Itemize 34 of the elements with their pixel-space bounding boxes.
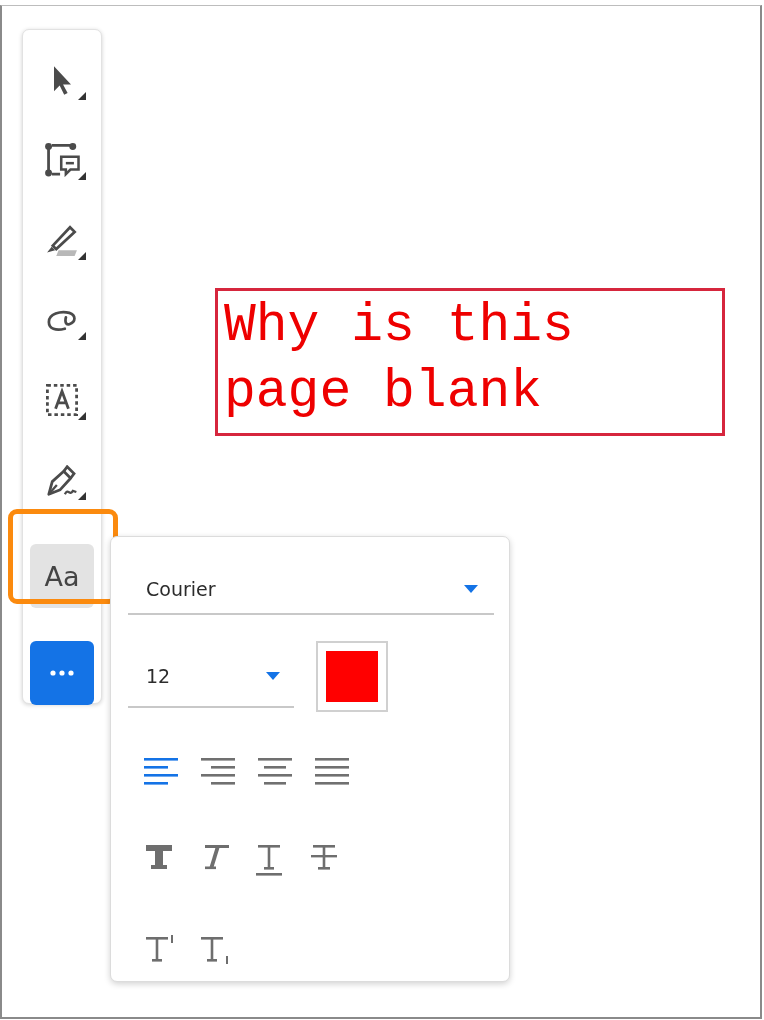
subscript-button[interactable] [199,935,231,965]
ellipsis-icon [50,670,74,676]
size-dropdown[interactable]: 12 [128,645,294,708]
text-box[interactable]: Why is this page blank [215,288,725,436]
align-center-icon [258,758,292,785]
corner-triangle-icon [78,412,86,420]
corner-triangle-icon [78,492,86,500]
text-line: page blank [224,361,544,424]
corner-triangle-icon [78,172,86,180]
font-dropdown[interactable]: Courier [128,565,494,615]
corner-triangle-icon [78,92,86,100]
pen-icon [47,464,77,496]
caret-icon [266,671,280,680]
subscript-icon [199,935,231,965]
align-left-button[interactable] [144,758,178,785]
highlighter-icon [47,224,77,256]
align-justify-button[interactable] [315,758,349,785]
lasso-icon [46,309,78,331]
text-field-icon [46,384,78,416]
align-left-icon [144,758,178,785]
corner-triangle-icon [78,332,86,340]
align-right-button[interactable] [201,758,235,785]
caret-icon [464,585,478,593]
arrow-cursor-icon [53,65,71,95]
corner-triangle-icon [78,252,86,260]
align-center-button[interactable] [258,758,292,785]
superscript-icon [144,935,176,965]
align-right-icon [201,758,235,785]
text-format-button[interactable]: Aa [30,544,94,608]
align-justify-icon [315,758,349,785]
color-swatch[interactable] [316,641,388,712]
comment-box-icon [44,143,80,177]
superscript-button[interactable] [144,935,176,965]
text-line: Why is this [224,295,575,358]
